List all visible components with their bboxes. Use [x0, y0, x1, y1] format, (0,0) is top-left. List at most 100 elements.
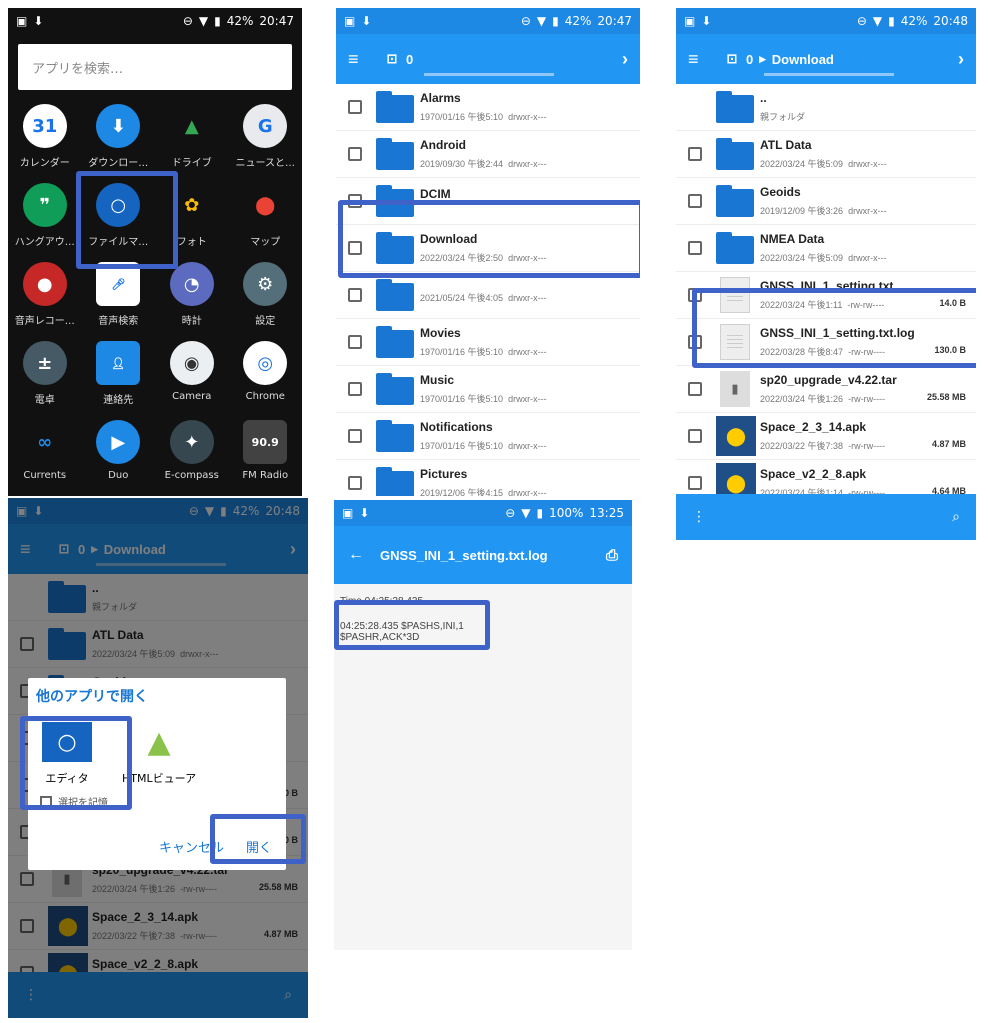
search-icon[interactable]: ⌕ — [952, 509, 960, 525]
battery-level: 100% — [549, 506, 584, 520]
folder-row[interactable]: Android 2019/09/30 午後2:44 drwxr-x--- — [336, 131, 640, 178]
print-icon[interactable]: ⎙ — [606, 547, 618, 564]
app-label: Duo — [108, 470, 129, 481]
item-date: 2019/09/30 午後2:44 drwxr-x--- — [420, 157, 640, 170]
battery-level: 42% — [900, 14, 928, 28]
select-checkbox[interactable] — [688, 194, 702, 208]
item-name: Movies — [420, 326, 461, 340]
file-row[interactable]: ▮ sp20_upgrade_v4.22.tar 2022/03/24 午後1:26… — [676, 366, 976, 413]
item-name: Android — [420, 138, 466, 152]
app-0[interactable]: 31 カレンダー — [8, 104, 82, 169]
perm-text: drwxr-x--- — [508, 488, 547, 496]
date-text: 1970/01/16 午後5:10 — [420, 347, 504, 357]
app-icon: 👤︎ — [96, 341, 141, 385]
dnd-icon: ⊖ — [182, 14, 193, 28]
file-row[interactable]: NMEA Data 2022/03/24 午後5:09 drwxr-x--- — [676, 225, 976, 272]
app-3[interactable]: G ニュースと… — [229, 104, 303, 169]
folder-row[interactable]: Notifications 1970/01/16 午後5:10 drwxr-x--… — [336, 413, 640, 460]
chevron-right-icon[interactable]: › — [958, 49, 964, 70]
parent-folder-row[interactable]: .. 親フォルダ — [676, 84, 976, 131]
select-checkbox[interactable] — [688, 382, 702, 396]
select-checkbox[interactable] — [348, 147, 362, 161]
select-checkbox[interactable] — [688, 476, 702, 490]
checkbox-spacer — [688, 100, 702, 114]
breadcrumb-root[interactable]: 0 — [746, 52, 753, 67]
app-9[interactable]: 🎤︎ 音声検索 — [82, 262, 156, 327]
breadcrumb-root[interactable]: 0 — [406, 52, 413, 67]
app-14[interactable]: ◉ Camera — [155, 341, 229, 406]
breadcrumb-current[interactable]: Download — [772, 52, 834, 67]
app-label: FM Radio — [242, 470, 289, 481]
size-text: 4.87 MB — [931, 439, 966, 449]
app-10[interactable]: ◔ 時計 — [155, 262, 229, 327]
clock: 20:47 — [597, 14, 632, 28]
menu-icon[interactable]: ≡ — [688, 49, 718, 70]
wifi-icon: ▼ — [872, 14, 883, 28]
more-options-icon[interactable]: ⋮ — [692, 509, 706, 525]
perm-text: drwxr-x--- — [508, 112, 547, 122]
select-checkbox[interactable] — [348, 100, 362, 114]
folder-icon — [376, 138, 414, 170]
app-icon: ❞ — [22, 183, 67, 227]
perm-text: -rw-rw---- — [848, 394, 886, 404]
select-checkbox[interactable] — [688, 429, 702, 443]
select-checkbox[interactable] — [348, 335, 362, 349]
download-icon: ⬇ — [701, 14, 712, 28]
folder-row[interactable]: Pictures 2019/12/06 午後4:15 drwxr-x--- — [336, 460, 640, 496]
menu-icon[interactable]: ≡ — [348, 49, 378, 70]
item-name: Geoids — [760, 185, 801, 199]
folder-row[interactable]: 2021/05/24 午後4:05 drwxr-x--- — [336, 272, 640, 319]
lock-icon[interactable]: ⊡ — [718, 51, 746, 67]
html-viewer-app-option[interactable]: ▲ HTMLビューア — [122, 722, 196, 786]
folder-row[interactable]: Movies 1970/01/16 午後5:10 drwxr-x--- — [336, 319, 640, 366]
chevron-right-icon[interactable]: › — [622, 49, 628, 70]
file-row[interactable]: ⬤ Space_2_3_14.apk 2022/03/22 午後7:38 -rw-r… — [676, 413, 976, 460]
lock-icon[interactable]: ⊡ — [378, 51, 406, 67]
folder-row[interactable]: Alarms 1970/01/16 午後5:10 drwxr-x--- — [336, 84, 640, 131]
app-7[interactable]: ⬤ マップ — [229, 183, 303, 248]
app-13[interactable]: 👤︎ 連絡先 — [82, 341, 156, 406]
select-checkbox[interactable] — [688, 241, 702, 255]
battery-icon: ▮ — [214, 14, 221, 28]
app-icon: ⬇ — [96, 104, 141, 148]
app-18[interactable]: ✦ E-compass — [155, 420, 229, 481]
app-8[interactable]: ● 音声レコー… — [8, 262, 82, 327]
toolbar: ≡ ⊡ 0 › — [336, 34, 640, 84]
app-15[interactable]: ◎ Chrome — [229, 341, 303, 406]
app-label: ハングアウ… — [14, 237, 75, 248]
select-checkbox[interactable] — [348, 288, 362, 302]
app-2[interactable]: ▲ ドライブ — [155, 104, 229, 169]
app-icon: ▲ — [169, 104, 214, 148]
select-checkbox[interactable] — [688, 147, 702, 161]
app-11[interactable]: ⚙ 設定 — [229, 262, 303, 327]
item-name: Music — [420, 373, 455, 387]
app-4[interactable]: ❞ ハングアウ… — [8, 183, 82, 248]
folder-icon — [376, 91, 414, 123]
date-text: 2022/03/22 午後7:38 — [760, 441, 844, 451]
folder-row[interactable]: Music 1970/01/16 午後5:10 drwxr-x--- — [336, 366, 640, 413]
app-search-input[interactable]: アプリを検索… — [18, 44, 292, 90]
date-text: 2022/03/24 午後5:09 — [760, 159, 844, 169]
app-12[interactable]: ± 電卓 — [8, 341, 82, 406]
file-row[interactable]: ATL Data 2022/03/24 午後5:09 drwxr-x--- — [676, 131, 976, 178]
folder-icon — [376, 420, 414, 452]
select-checkbox[interactable] — [348, 429, 362, 443]
app-label: Chrome — [245, 391, 285, 402]
app-17[interactable]: ▶ Duo — [82, 420, 156, 481]
select-checkbox[interactable] — [348, 476, 362, 490]
folder-icon — [376, 326, 414, 358]
select-checkbox[interactable] — [348, 382, 362, 396]
item-date: 2019/12/06 午後4:15 drwxr-x--- — [420, 486, 640, 496]
app-16[interactable]: ∞ Currents — [8, 420, 82, 481]
back-arrow-icon[interactable]: ← — [348, 546, 364, 564]
apk-map-pin-icon: ⬤ — [716, 416, 756, 456]
app-19[interactable]: 90.9 FM Radio — [229, 420, 303, 481]
app-label: フォト — [176, 237, 207, 248]
status-bar: ▣ ⬇ ⊖ ▼ ▮ 100% 13:25 — [334, 500, 632, 526]
battery-icon: ▮ — [536, 506, 544, 520]
dialog-title: 他のアプリで開く — [36, 689, 148, 705]
item-date: 1970/01/16 午後5:10 drwxr-x--- — [420, 439, 640, 452]
app-1[interactable]: ⬇ ダウンロー… — [82, 104, 156, 169]
file-row[interactable]: Geoids 2019/12/09 午後3:26 drwxr-x--- — [676, 178, 976, 225]
html-viewer-label: HTMLビューア — [122, 772, 197, 785]
